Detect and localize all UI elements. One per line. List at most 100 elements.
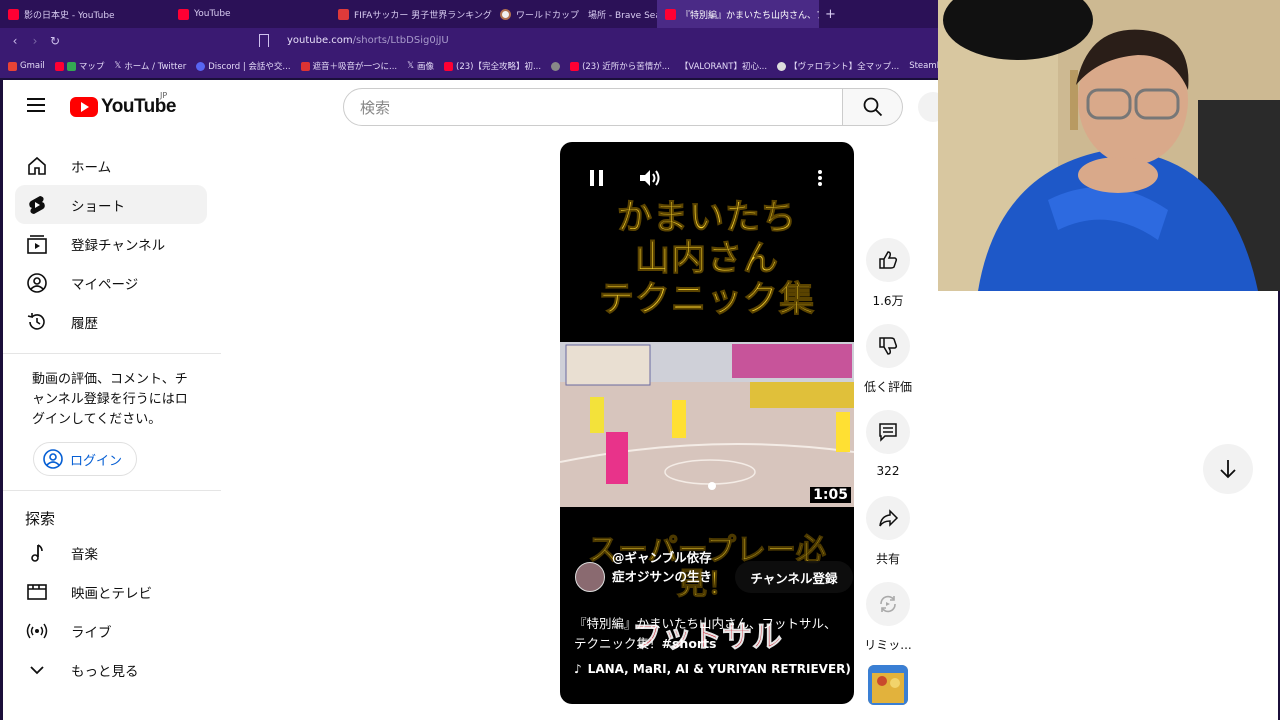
search-placeholder: 検索	[360, 98, 391, 117]
tab-label: 『特別編』かまいたち山内さん、フット	[681, 10, 819, 21]
chevron-down-icon	[25, 658, 49, 682]
remix-label: リミッ...	[864, 638, 912, 652]
remix-action[interactable]: リミッ...	[860, 582, 916, 653]
sound-thumbnail-image	[868, 665, 908, 705]
x-icon: 𝕏	[114, 61, 122, 71]
share-action[interactable]: 共有	[860, 496, 916, 567]
sound-thumbnail[interactable]	[868, 665, 908, 705]
region-code: JP	[160, 91, 168, 100]
more-options-icon[interactable]	[816, 168, 824, 188]
bookmark-label: 画像	[417, 62, 435, 72]
bookmark-label: ホーム / Twitter	[124, 62, 187, 72]
futsal-court-image	[560, 342, 854, 507]
sidebar-item-label: 映画とテレビ	[71, 585, 152, 602]
bookmark-item[interactable]: 𝕏 ホーム / Twitter	[114, 60, 186, 72]
browser-tab-active[interactable]: 『特別編』かまいたち山内さん、フット ✕	[657, 0, 819, 28]
signin-prompt: 動画の評価、コメント、チャンネル登録を行うにはログインしてください。	[32, 372, 188, 427]
youtube-icon	[444, 61, 454, 71]
channel-avatar[interactable]	[575, 562, 605, 592]
volume-icon[interactable]	[638, 168, 662, 188]
thumbs-up-icon	[879, 251, 898, 269]
hashtag-link[interactable]: #shorts	[662, 636, 717, 651]
browser-tab[interactable]: YouTube	[170, 0, 330, 28]
sidebar-item-label: ホーム	[71, 159, 112, 176]
sidebar-divider	[3, 353, 221, 354]
sidebar-item-subscriptions[interactable]: 登録チャンネル	[15, 224, 207, 263]
account-icon	[25, 271, 49, 295]
youtube-icon	[665, 8, 676, 20]
sidebar-item-movies[interactable]: 映画とテレビ	[15, 572, 207, 611]
youtube-icon	[8, 8, 19, 20]
bookmark-item[interactable]: (23) 近所から苦情が...	[570, 60, 670, 72]
shorts-icon	[25, 193, 49, 217]
shorts-player[interactable]: かまいたち 山内さん テクニック集 1:05 スーパープレー必見！ フットサル …	[560, 142, 854, 704]
remix-icon	[880, 595, 896, 613]
clip-timecode: 1:05	[810, 487, 851, 503]
next-video-button[interactable]	[1203, 444, 1253, 494]
bookmark-item[interactable]: Discord | 会話や交...	[196, 60, 291, 72]
remix-button[interactable]	[866, 582, 910, 626]
video-title[interactable]: 『特別編』かまいたち山内さん、フットサル、テクニック集！#shorts	[574, 614, 842, 654]
sidebar-item-history[interactable]: 履歴	[15, 302, 207, 341]
tab-label: YouTube	[194, 9, 231, 19]
search-button[interactable]	[843, 88, 903, 126]
like-button[interactable]	[866, 238, 910, 282]
bookmark-item[interactable]: SteamDB	[909, 61, 938, 71]
site-icon	[777, 61, 787, 71]
video-clip: 1:05	[560, 342, 854, 507]
bookmark-label: (23) 近所から苦情が...	[582, 62, 670, 72]
login-button[interactable]: ログイン	[33, 442, 137, 476]
bookmark-item[interactable]: (23)【完全攻略】初...	[444, 60, 541, 72]
sidebar-item-label: 音楽	[71, 546, 98, 563]
comment-action[interactable]: 322	[860, 410, 916, 478]
brave-icon	[500, 8, 511, 20]
url-field[interactable]: youtube.com/shorts/LtbDSig0jJU	[287, 35, 449, 46]
sidebar-item-mypage[interactable]: マイページ	[15, 263, 207, 302]
subscribe-button[interactable]: チャンネル登録	[735, 561, 853, 593]
bookmark-item[interactable]: 【ヴァロラント】全マップ...	[777, 60, 899, 72]
channel-name[interactable]: @ギャンブル依存症オジサンの生き	[612, 548, 712, 586]
reload-icon[interactable]: ↻	[45, 34, 65, 48]
new-tab-button[interactable]: +	[819, 7, 836, 22]
browser-tab[interactable]: 影の日本史 - YouTube	[0, 0, 170, 28]
bookmark-item[interactable]: Gmail	[8, 61, 45, 71]
forward-icon[interactable]: ›	[25, 34, 45, 48]
browser-tab[interactable]: ワールドカップ 場所 - Brave Search	[492, 0, 657, 28]
sidebar-item-label: 履歴	[71, 315, 98, 332]
bookmark-icon[interactable]	[259, 34, 269, 47]
video-overlay-title: かまいたち 山内さん テクニック集	[560, 198, 854, 321]
dislike-action[interactable]: 低く評価	[860, 324, 916, 395]
search-input[interactable]: 検索	[343, 88, 843, 126]
history-icon	[25, 310, 49, 334]
share-button[interactable]	[866, 496, 910, 540]
share-icon	[879, 509, 899, 527]
bookmark-item[interactable]: 遮音＋吸音が一つに...	[300, 60, 397, 72]
site-icon	[300, 61, 310, 71]
bookmark-item[interactable]: マップ	[54, 60, 104, 72]
bookmark-item[interactable]: 【VALORANT】初心...	[680, 60, 767, 72]
pause-icon[interactable]	[588, 168, 606, 188]
back-icon[interactable]: ‹	[5, 34, 25, 48]
sidebar-item-live[interactable]: ライブ	[15, 611, 207, 650]
overlay-title-line: かまいたち	[616, 198, 797, 239]
sidebar-item-music[interactable]: 音楽	[15, 533, 207, 572]
webcam-overlay	[938, 0, 1280, 291]
bookmark-item[interactable]	[551, 61, 561, 71]
fifa-icon	[338, 8, 349, 20]
tab-label: FIFAサッカー 男子世界ランキング | J SPO	[354, 10, 492, 21]
comment-button[interactable]	[866, 410, 910, 454]
browser-tab[interactable]: FIFAサッカー 男子世界ランキング | J SPO	[330, 0, 492, 28]
film-icon	[25, 580, 49, 604]
music-row[interactable]: ♪ LANA, MaRI, AI & YURIYAN RETRIEVER)	[574, 662, 851, 676]
gmail-icon	[8, 61, 17, 71]
menu-icon[interactable]	[27, 98, 45, 112]
sidebar-item-shorts[interactable]: ショート	[15, 185, 207, 224]
search-icon	[863, 97, 882, 117]
dislike-button[interactable]	[866, 324, 910, 368]
bookmark-item[interactable]: 𝕏 画像	[407, 60, 434, 72]
like-action[interactable]: 1.6万	[860, 238, 916, 309]
music-note-icon: ♪	[574, 662, 582, 676]
sidebar-item-home[interactable]: ホーム	[15, 146, 207, 185]
youtube-logo[interactable]: YouTube JP	[70, 91, 176, 118]
sidebar-item-more[interactable]: もっと見る	[15, 650, 207, 689]
